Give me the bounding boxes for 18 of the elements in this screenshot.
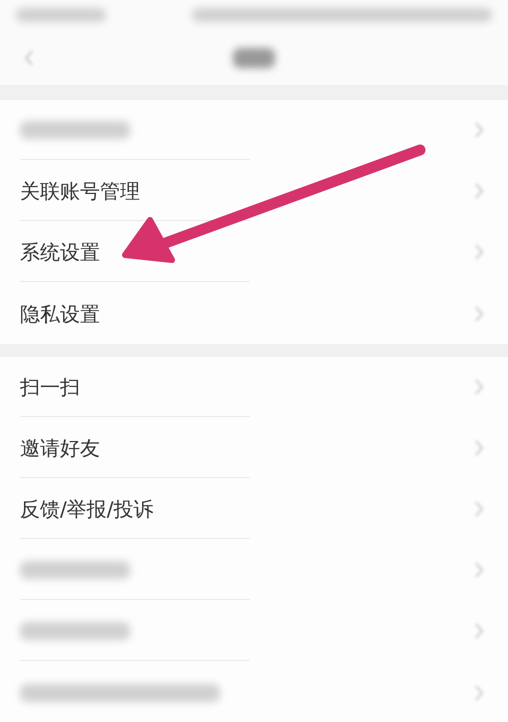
chevron-icon [474,623,484,639]
chevron-icon [474,562,484,578]
chevron-icon [474,501,484,517]
chevron-icon [474,379,484,395]
chevron-icon [474,684,484,700]
menu-item-label[interactable]: 隐私设置 [20,298,100,328]
menu-item-label[interactable]: 关联账号管理 [20,176,140,206]
menu-item-label[interactable]: 系统设置 [20,237,100,267]
menu-item-label[interactable]: 扫一扫 [20,372,80,402]
menu-item-label[interactable]: 反馈/举报/投诉 [20,494,154,524]
chevron-icon [474,122,484,138]
back-icon[interactable] [24,50,34,66]
page-title [233,48,275,68]
chevron-icon [474,440,484,456]
chevron-icon [474,244,484,260]
chevron-icon [474,183,484,199]
chevron-icon [474,306,484,322]
menu-item-label[interactable]: 邀请好友 [20,433,100,463]
